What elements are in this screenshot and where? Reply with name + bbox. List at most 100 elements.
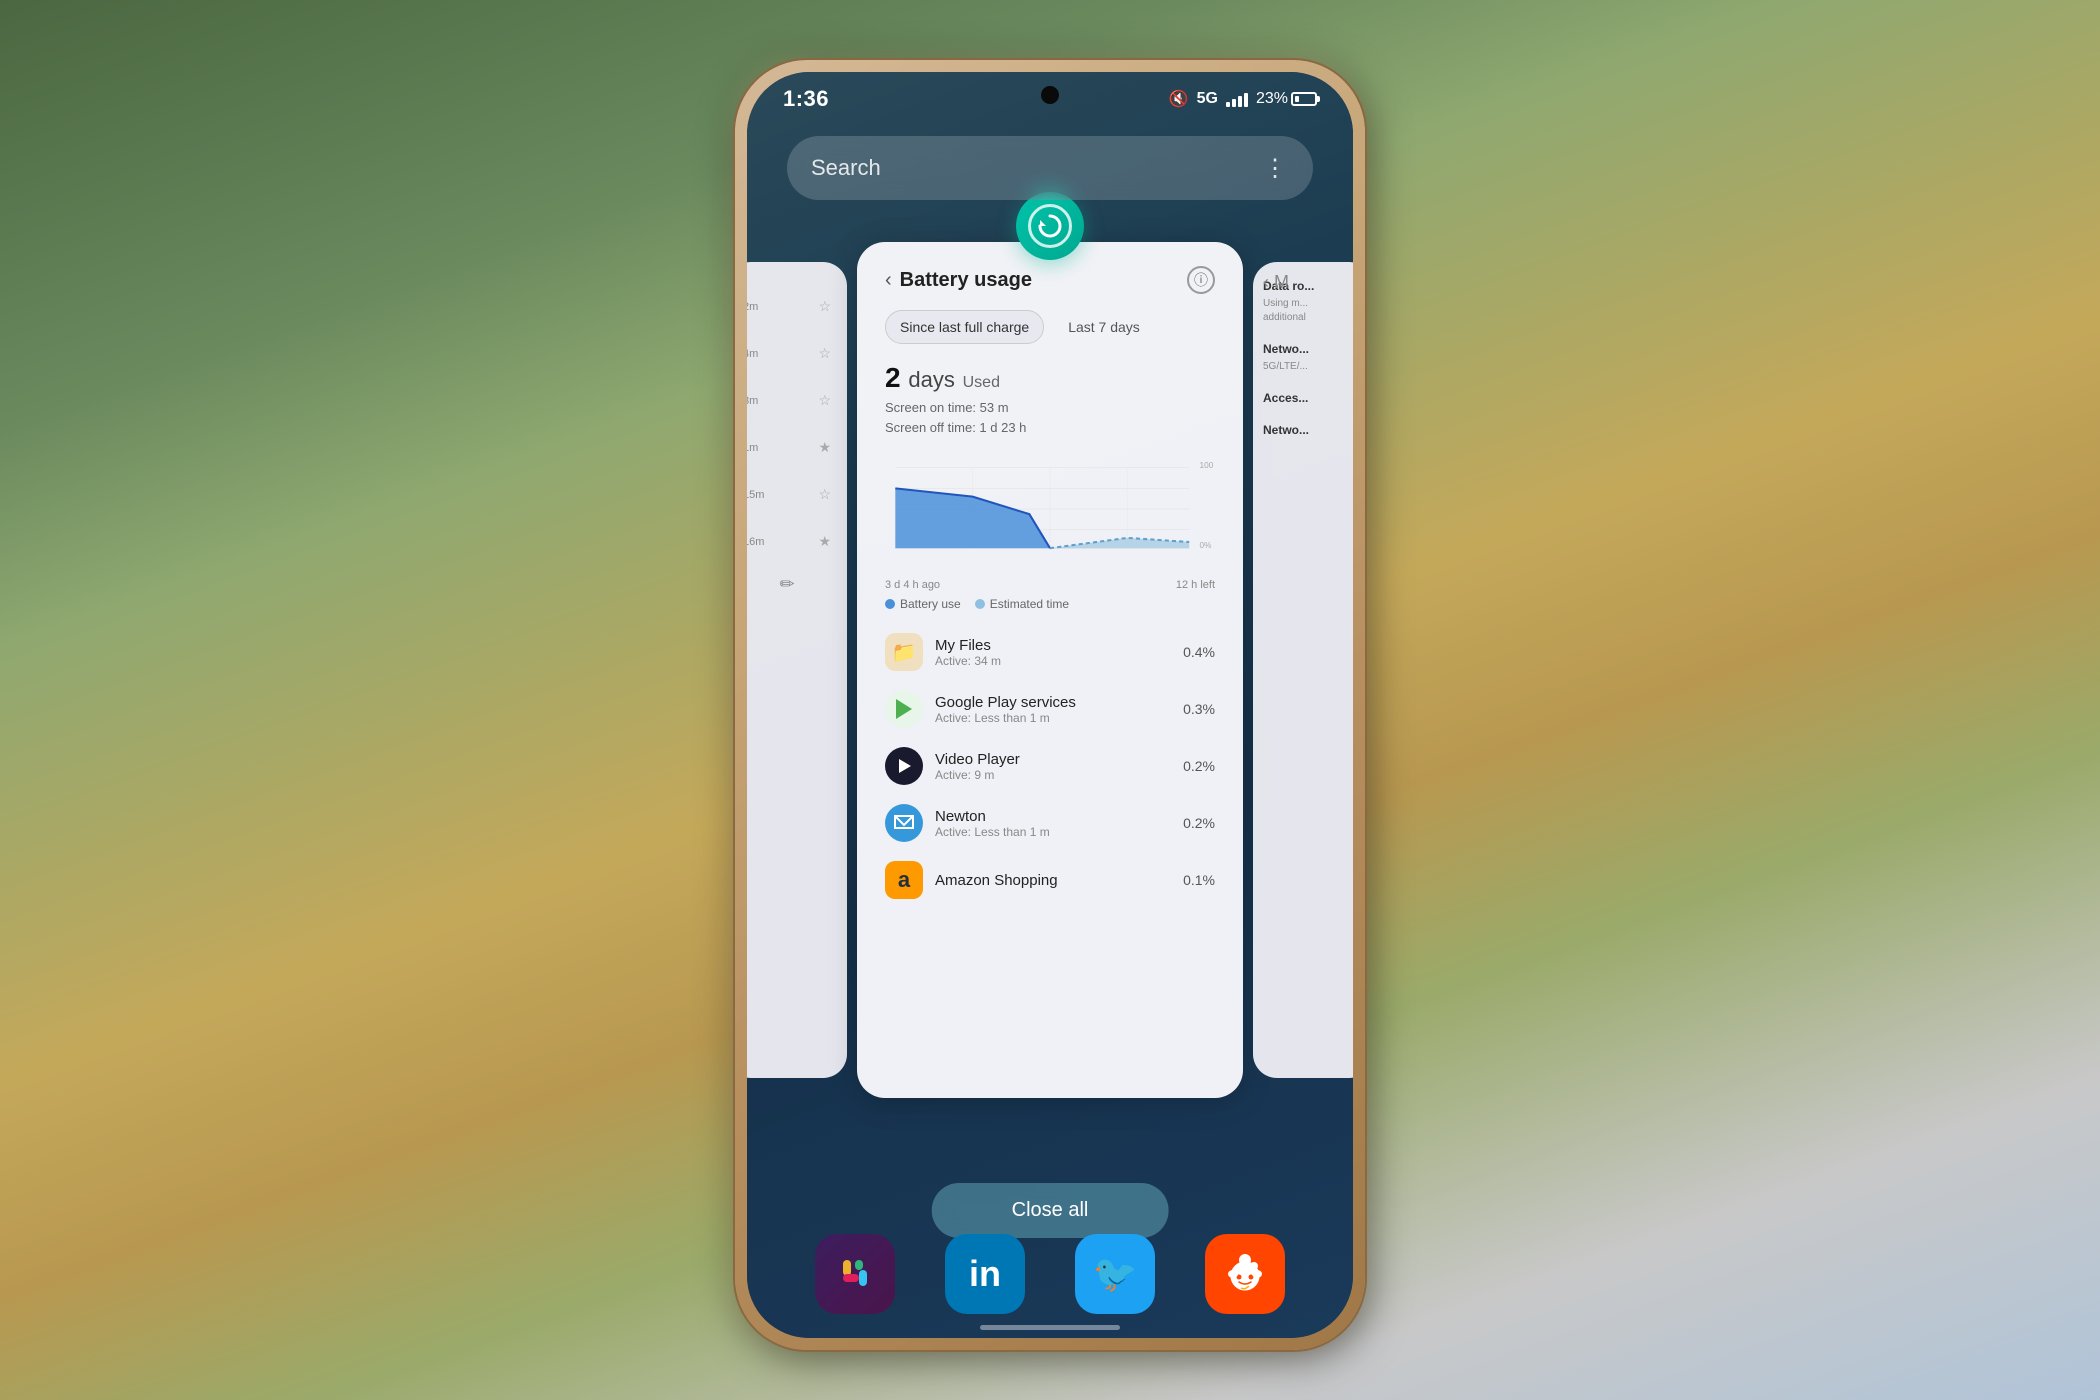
left-row-3: 8m ☆ bbox=[747, 386, 839, 415]
amazon-icon: a bbox=[885, 861, 923, 899]
star-icon-5: ☆ bbox=[818, 486, 831, 503]
app-row-newton[interactable]: Newton Active: Less than 1 m 0.2% bbox=[885, 796, 1215, 851]
battery-status: 23% bbox=[1256, 90, 1317, 108]
signal-bar-2 bbox=[1232, 99, 1236, 107]
newton-active: Active: Less than 1 m bbox=[935, 825, 1171, 839]
tab-row: Since last full charge Last 7 days bbox=[885, 310, 1215, 344]
screen-off-text: Screen off time: 1 d 23 h bbox=[885, 418, 1215, 438]
search-menu-icon[interactable]: ⋮ bbox=[1263, 154, 1289, 183]
time-label-1: 2m bbox=[747, 301, 758, 313]
chart-labels: 3 d 4 h ago 12 h left bbox=[885, 579, 1215, 591]
battery-usage-card[interactable]: ‹ Battery usage ⓘ Since last full charge… bbox=[857, 242, 1243, 1098]
legend-battery-use: Battery use bbox=[885, 597, 961, 611]
legend-label-battery: Battery use bbox=[900, 597, 961, 611]
newton-name: Newton bbox=[935, 808, 1171, 825]
google-play-name: Google Play services bbox=[935, 694, 1171, 711]
card-back[interactable]: ‹ Battery usage bbox=[885, 269, 1032, 292]
time-label-3: 8m bbox=[747, 395, 758, 407]
svg-text:100: 100 bbox=[1200, 461, 1214, 470]
right-row-3: Acces... bbox=[1263, 390, 1353, 407]
chart-legend: Battery use Estimated time bbox=[885, 597, 1215, 611]
my-files-name: My Files bbox=[935, 637, 1171, 654]
tab-since-last-charge[interactable]: Since last full charge bbox=[885, 310, 1044, 344]
legend-dot-estimated bbox=[975, 599, 985, 609]
days-used: 2 days Used bbox=[885, 362, 1215, 394]
right-app-card[interactable]: Data ro... Using m...additional Netwo...… bbox=[1253, 262, 1353, 1078]
app-row-my-files[interactable]: 📁 My Files Active: 34 m 0.4% bbox=[885, 625, 1215, 680]
google-play-active: Active: Less than 1 m bbox=[935, 711, 1171, 725]
phone-screen: 1:36 🔇 5G 23% bbox=[747, 72, 1353, 1338]
google-play-info: Google Play services Active: Less than 1… bbox=[935, 694, 1171, 725]
amazon-info: Amazon Shopping bbox=[935, 872, 1171, 889]
battery-pct-label: 23% bbox=[1256, 90, 1288, 108]
camera-notch bbox=[1041, 86, 1059, 104]
time-label-6: 16m bbox=[747, 536, 764, 548]
dock-app-twitter[interactable]: 🐦 bbox=[1075, 1234, 1155, 1314]
battery-summary: 2 days Used Screen on time: 53 m Screen … bbox=[885, 362, 1215, 437]
dock-app-slack[interactable] bbox=[815, 1234, 895, 1314]
days-unit: days bbox=[908, 367, 954, 392]
newton-pct: 0.2% bbox=[1183, 815, 1215, 831]
chart-svg: 100 0% bbox=[885, 449, 1215, 569]
battery-icon bbox=[1291, 92, 1317, 106]
refresh-icon bbox=[1036, 212, 1064, 240]
app-row-amazon[interactable]: a Amazon Shopping 0.1% bbox=[885, 853, 1215, 907]
linkedin-logo: in bbox=[969, 1253, 1001, 1295]
recent-apps-area: 2m ☆ 4m ☆ 8m ☆ bbox=[747, 222, 1353, 1158]
star-icon-6: ★ bbox=[818, 533, 831, 550]
slack-icon bbox=[833, 1252, 877, 1296]
video-player-active: Active: 9 m bbox=[935, 768, 1171, 782]
video-player-name: Video Player bbox=[935, 751, 1171, 768]
signal-bar-3 bbox=[1238, 96, 1242, 107]
right-row-2: Netwo... 5G/LTE/... bbox=[1263, 341, 1353, 374]
signal-bar-1 bbox=[1226, 102, 1230, 107]
twitter-bird-icon: 🐦 bbox=[1093, 1253, 1138, 1295]
status-time: 1:36 bbox=[783, 86, 829, 112]
google-play-icon bbox=[885, 690, 923, 728]
app-row-video-player[interactable]: Video Player Active: 9 m 0.2% bbox=[885, 739, 1215, 794]
signal-bars bbox=[1226, 91, 1248, 107]
dock-app-linkedin[interactable]: in bbox=[945, 1234, 1025, 1314]
dock-app-reddit[interactable] bbox=[1205, 1234, 1285, 1314]
card-title: Battery usage bbox=[900, 269, 1032, 292]
video-player-pct: 0.2% bbox=[1183, 758, 1215, 774]
legend-dot-battery bbox=[885, 599, 895, 609]
back-arrow-icon[interactable]: ‹ bbox=[885, 269, 892, 292]
video-player-icon bbox=[885, 747, 923, 785]
left-app-card[interactable]: 2m ☆ 4m ☆ 8m ☆ bbox=[747, 262, 847, 1078]
info-icon[interactable]: ⓘ bbox=[1187, 266, 1215, 294]
star-icon-2: ☆ bbox=[818, 345, 831, 362]
scene: 1:36 🔇 5G 23% bbox=[0, 0, 2100, 1400]
my-files-active: Active: 34 m bbox=[935, 654, 1171, 668]
chart-right-label: 12 h left bbox=[1176, 579, 1215, 591]
svg-text:0%: 0% bbox=[1200, 541, 1213, 550]
app-row-google-play[interactable]: Google Play services Active: Less than 1… bbox=[885, 682, 1215, 737]
bottom-dock: in 🐦 bbox=[790, 1234, 1310, 1314]
right-card-back-btn[interactable]: ‹ M bbox=[1263, 272, 1289, 293]
search-placeholder: Search bbox=[811, 155, 881, 181]
battery-fill bbox=[1295, 96, 1299, 102]
phone-inner: 1:36 🔇 5G 23% bbox=[747, 72, 1353, 1338]
tab-last-7-days[interactable]: Last 7 days bbox=[1054, 310, 1154, 344]
used-label: Used bbox=[963, 374, 1000, 391]
close-all-button[interactable]: Close all bbox=[932, 1183, 1169, 1238]
my-files-info: My Files Active: 34 m bbox=[935, 637, 1171, 668]
app-list: 📁 My Files Active: 34 m 0.4% bbox=[885, 625, 1215, 907]
my-files-icon: 📁 bbox=[885, 633, 923, 671]
edit-icon-row: ✏ bbox=[747, 574, 839, 595]
my-files-pct: 0.4% bbox=[1183, 644, 1215, 660]
status-right: 🔇 5G 23% bbox=[1169, 89, 1317, 109]
search-bar[interactable]: Search ⋮ bbox=[787, 136, 1313, 200]
legend-label-estimated: Estimated time bbox=[990, 597, 1069, 611]
edit-icon[interactable]: ✏ bbox=[779, 574, 794, 595]
newton-icon bbox=[885, 804, 923, 842]
video-player-info: Video Player Active: 9 m bbox=[935, 751, 1171, 782]
amazon-name: Amazon Shopping bbox=[935, 872, 1171, 889]
star-icon-4: ★ bbox=[818, 439, 831, 456]
device-care-icon[interactable] bbox=[1016, 192, 1084, 260]
signal-bar-4 bbox=[1244, 93, 1248, 107]
star-icon-1: ☆ bbox=[818, 298, 831, 315]
google-play-pct: 0.3% bbox=[1183, 701, 1215, 717]
network-label: 5G bbox=[1197, 90, 1218, 108]
card-header: ‹ Battery usage ⓘ bbox=[885, 266, 1215, 294]
